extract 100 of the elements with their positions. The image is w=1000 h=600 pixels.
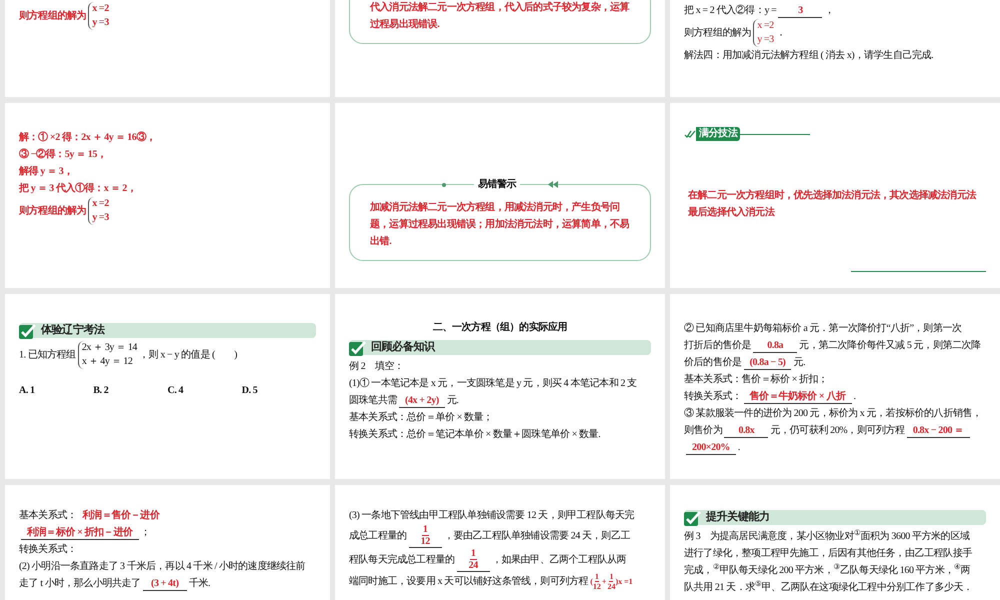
answer-text: 0.8x <box>724 424 768 438</box>
equation-text: x =2 <box>757 19 774 33</box>
answer-text: 售价＝牛奶标价 × 八折 <box>744 390 852 404</box>
equation-text: x =2 <box>92 2 109 16</box>
answer-text: 3 <box>778 4 822 18</box>
equation-text: 2x ＋ 3y ＝ 14 <box>82 341 138 355</box>
slide-text: 在解二元一次方程组时，优先选择加法消元法，其次选择减法消元法最后选择代入消元法 <box>688 190 976 218</box>
slide-thumbnail[interactable]: 代入消元法解二元一次方程组，代入后的式子较为复杂，运算过程易出现错误. <box>335 0 665 97</box>
equation-text: y =3 <box>757 33 774 47</box>
slide-text: . <box>738 442 740 453</box>
numerator: 1 <box>422 524 429 536</box>
option-text: D. 5 <box>242 384 258 398</box>
banner-title: 提升关键能力 <box>706 509 770 526</box>
slide-text: 例 2 填空： <box>349 361 404 372</box>
slide-text: 元，第二次降价每件又减 5 元，则第二次降 <box>799 340 981 351</box>
slide-text: 成总工程量的 <box>349 530 407 542</box>
numerator: 1 <box>609 572 614 582</box>
slide-text: 价后的售价是 <box>684 357 742 368</box>
slide-text: 千米. <box>188 578 210 589</box>
slide-text: ② 已知商店里牛奶每箱标价 a 元．第一次降价打“八折”，则第一次 <box>684 323 962 334</box>
slide-text: 元. <box>793 357 806 368</box>
banner-title: 回顾必备知识 <box>371 339 435 356</box>
callout-text: 加减消元法解二元一次方程组，用减法消元时，产生负号问题，运算过程易出现错误；用加法消元法时，运算简单，不易出错. <box>370 200 630 249</box>
answer-text: 200×20% <box>686 441 736 455</box>
slide-text: 则方程组的解为 <box>19 205 86 216</box>
slide-text: ③ −②得：5y ＝ 15， <box>19 149 107 160</box>
slide-text: ， <box>824 5 834 16</box>
slide-text: 则方程组的解为 <box>684 27 752 38</box>
slide-text: 端同时施工，设要用 x 天可以铺好这条管线，则可列方程 <box>349 576 588 587</box>
numerator: 1 <box>470 548 477 560</box>
slide-text: 基本关系式：售价＝标价 × 折扣； <box>684 374 828 385</box>
slide-text: ； <box>140 527 150 538</box>
equation-text: ( <box>590 576 593 588</box>
skill-tag: 满分技法 <box>696 127 740 141</box>
checkmark-icon <box>684 130 696 138</box>
slide-text: (1)① 一本笔记本是 x 元，一支圆珠笔是 y 元，则买 4 本笔记本和 2 支 <box>349 378 637 389</box>
equation-text: y =3 <box>92 211 109 225</box>
slide-text: 转换关系式： <box>19 544 77 555</box>
slide-thumbnail[interactable]: 提升关键能力 例 3 为提高居民满意度，某小区物业对$^{①}$面积为 3600 平方米的区域 进行了绿化，整项工程甲先施工，后因有其他任务，由乙工程队接手 完成，$^{②}$甲队每天绿化 200 平方米，$^{③}$乙队每天绿化 160 平方米，$^{④}$两 队共用 21 天．求$^{⑤}$甲、乙两队在这项绿化工程中分别工作了多少天． <box>670 485 1000 600</box>
checkmark-icon <box>19 322 37 338</box>
answer-text: 利润＝售价－进价 <box>82 510 160 521</box>
slide-text: 进行了绿化，整项工程甲先施工，后因有其他任务，由乙工程队接手 <box>684 548 972 559</box>
double-arrow-icon <box>548 181 558 188</box>
slide-text: 打折后的售价是 <box>684 340 752 351</box>
answer-text: 利润＝标价 × 折扣－进价 <box>21 526 138 540</box>
banner-title: 体验辽宁考法 <box>41 322 105 338</box>
numerator: 1 <box>594 572 599 582</box>
slide-thumbnail[interactable]: 满分技法 在解二元一次方程组时，优先选择加法消元法，其次选择减法消元法最后选择代入消元法 <box>670 103 1000 288</box>
equation-text: x =2 <box>92 197 109 211</box>
option-text: C. 4 <box>168 384 184 398</box>
slide-text: 则售价为 <box>684 425 722 436</box>
slide-text: 解：① ×2 得：2x ＋ 4y ＝ 16③， <box>19 132 156 143</box>
slide-thumbnail[interactable] <box>670 294 1000 479</box>
slide-text: ③ 某款服装一件的进价为 200 元，标价为 x 元，若按标价的八折销售， <box>684 408 982 419</box>
slide-text: ，如果由甲、乙两个工程队从两 <box>492 554 626 566</box>
option-text: B. 2 <box>93 384 110 398</box>
denominator: 12 <box>592 582 601 591</box>
answer-text: (3 + 4t) <box>142 577 187 591</box>
slide-text: 则方程组的解为 <box>19 10 86 22</box>
slide-text: 队共用 21 天．求$^{⑤}$甲、乙两队在这项绿化工程中分别工作了多少天． <box>684 582 973 593</box>
slide-text: 转换关系式： <box>684 391 742 402</box>
slide-text: 把 x = 2 代入②得：y = <box>684 5 776 16</box>
checkmark-icon <box>684 510 702 526</box>
slide-text: 元. <box>446 395 458 406</box>
slide-text: 元，仍可获利 20%，则可列方程 <box>770 425 905 436</box>
slide-text: 走了 t 小时，那么小明共走了 <box>19 578 141 589</box>
answer-text: 0.8x − 200 ＝ <box>906 424 970 438</box>
slide-text: 基本关系式：总价＝单价 × 数量； <box>349 412 493 423</box>
slide-text: 转换关系式：总价＝笔记本单价 × 数量＋圆珠笔单价 × 数量. <box>349 429 600 440</box>
slide-text: 基本关系式： <box>19 510 77 521</box>
callout-text: 代入消元法解二元一次方程组，代入后的式子较为复杂，运算过程易出现错误. <box>370 0 630 32</box>
slide-text: . <box>854 391 856 402</box>
slide-text: ，要由乙工程队单独铺设需要 24 天，则乙工 <box>444 530 630 542</box>
slide-text: 例 3 为提高居民满意度，某小区物业对$^{①}$面积为 3600 平方米的区域 <box>684 531 970 542</box>
checkmark-icon <box>349 340 367 356</box>
answer-text: 0.8a <box>753 339 798 353</box>
equation-text: y =3 <box>92 16 109 30</box>
answer-text: (0.8a − 5) <box>744 356 792 370</box>
equation-text: x ＋ 4y ＝ 12 <box>82 355 134 369</box>
option-text: A. 1 <box>19 384 36 398</box>
denominator: 12 <box>420 536 430 547</box>
slide-thumbnail[interactable]: 二、一次方程（组）的实际应用 回顾必备知识 例 2 填空： (1)① 一本笔记本是 x 元，一支圆珠笔是 y 元，则买 4 本笔记本和 2 支 圆珠笔共需 (4x + 2y) 元. 基本关系式：总价＝单价 × 数量； 转换关系式：总价＝笔记本单价 × 数量＋圆珠笔单价 × 数量. <box>335 294 665 479</box>
slide-thumbnail[interactable]: 基本关系式： 利润＝售价－进价 利润＝标价 × 折扣－进价 ； 转换关系式： (2) 小明沿一条直路走了 3 千米后，再以 4 千米 / 小时的速度继续往前 走了 t 小时，那么小明共走了 (3 + 4t) 千米. <box>5 485 330 600</box>
slide-title: 二、一次方程（组）的实际应用 <box>432 320 568 335</box>
slide-text: 圆珠笔共需 <box>349 395 398 406</box>
slide-text: (2) 小明沿一条直路走了 3 千米后，再以 4 千米 / 小时的速度继续往前 <box>19 561 306 572</box>
slide-text: 1. 已知方程组 <box>19 349 76 360</box>
equation-text: )x =1 <box>615 576 633 586</box>
slide-text: ． <box>776 27 786 38</box>
slide-text: ，则 x − y 的值是 ( ) <box>139 349 238 360</box>
answer-text: (4x + 2y) <box>399 394 445 408</box>
slide-text: 解得 y ＝ 3， <box>19 166 73 177</box>
slide-text: 完成，$^{②}$甲队每天绿化 200 平方米，$^{③}$乙队每天绿化 160 平方米，$^{④}$两 <box>684 565 970 576</box>
slide-text: 解法四：用加减消元法解方程组 ( 消去 x)，请学生自己完成. <box>684 50 934 61</box>
denominator: 24 <box>468 560 478 571</box>
slide-text: 程队每天完成总工程量的 <box>349 554 455 566</box>
denominator: 24 <box>607 582 616 591</box>
slide-thumbnail[interactable]: 易错警示 加减消元法解二元一次方程组，用减法消元时，产生负号问题，运算过程易出现错误；用加法消元法时，运算简单，不易出错. <box>335 103 665 288</box>
slide-text: 把 y ＝ 3 代入①得：x ＝ 2， <box>19 183 136 194</box>
equation-text: + <box>600 576 608 588</box>
